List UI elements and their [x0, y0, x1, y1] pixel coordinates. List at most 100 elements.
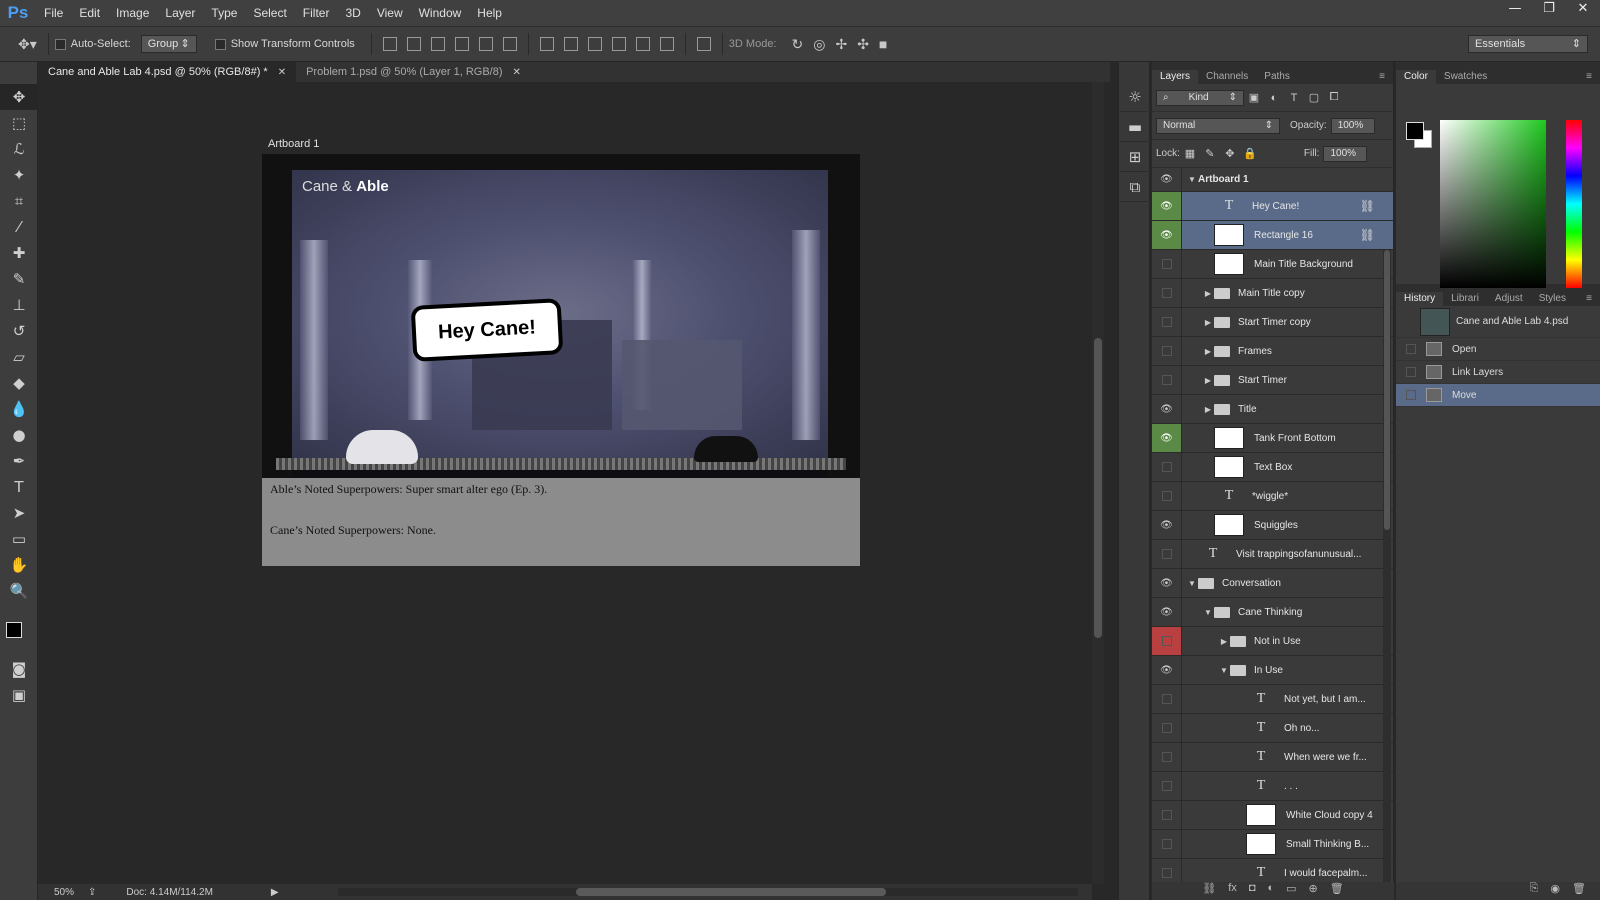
magic-wand-tool-icon[interactable]: ✦	[0, 162, 38, 188]
menu-view[interactable]: View	[369, 6, 411, 20]
layer-row[interactable]: T Oh no...	[1152, 714, 1393, 743]
visibility-box[interactable]	[1161, 752, 1172, 762]
lock-all-icon[interactable]: 🔒	[1243, 147, 1257, 161]
measurement-panel-icon[interactable]: ▬	[1119, 112, 1151, 142]
clone-stamp-tool-icon[interactable]: ⊥	[0, 292, 38, 318]
layer-row[interactable]: T Not yet, but I am...	[1152, 685, 1393, 714]
layer-row[interactable]: T Visit trappingsofanunusual...	[1152, 540, 1393, 569]
speech-bubble[interactable]: Hey Cane!	[410, 298, 564, 362]
minimize-icon[interactable]: —	[1498, 0, 1532, 18]
pen-tool-icon[interactable]: ✒	[0, 448, 38, 474]
scrollbar-thumb[interactable]	[1384, 250, 1390, 530]
menu-edit[interactable]: Edit	[71, 6, 108, 20]
add-mask-icon[interactable]: ◘	[1249, 882, 1256, 900]
history-source-box[interactable]	[1406, 367, 1416, 377]
history-source-box[interactable]	[1406, 390, 1416, 400]
layer-row[interactable]: ▶ Main Title copy	[1152, 279, 1393, 308]
layer-row[interactable]: 👁 ▼ Artboard 1	[1152, 168, 1393, 192]
panel-menu-icon[interactable]: ≡	[1371, 70, 1393, 84]
rectangle-tool-icon[interactable]: ▭	[0, 526, 38, 552]
eraser-tool-icon[interactable]: ▱	[0, 344, 38, 370]
eye-icon[interactable]: 👁	[1152, 511, 1182, 539]
visibility-box[interactable]	[1161, 462, 1172, 472]
visibility-toggle[interactable]	[1152, 366, 1182, 394]
visibility-box[interactable]	[1161, 288, 1172, 298]
tab-layers[interactable]: Layers	[1152, 70, 1199, 84]
distribute-left-icon[interactable]	[611, 37, 626, 51]
3d-pan-icon[interactable]: ✢	[835, 36, 847, 53]
canvas-area[interactable]: Artboard 1 Cane & Able Hey Cane! Able’s …	[38, 82, 1092, 884]
tab-history[interactable]: History	[1396, 292, 1444, 306]
tab-channels[interactable]: Channels	[1198, 70, 1256, 84]
visibility-toggle[interactable]	[1152, 279, 1182, 307]
history-snapshot[interactable]: Cane and Able Lab 4.psd	[1396, 306, 1600, 338]
filter-smart-object-icon[interactable]: ⧠	[1327, 91, 1341, 105]
blend-mode-dropdown[interactable]: Normal ⇕	[1156, 117, 1280, 134]
artboard[interactable]: Cane & Able Hey Cane! Able’s Noted Super…	[262, 154, 860, 566]
show-transform-toggle[interactable]: Show Transform Controls	[214, 38, 355, 50]
panel-menu-icon[interactable]: ≡	[1578, 70, 1600, 84]
tab-paths[interactable]: Paths	[1256, 70, 1298, 84]
layer-kind-filter[interactable]: ⌕ Kind ⇕	[1156, 89, 1244, 106]
auto-align-icon[interactable]	[696, 37, 711, 51]
expanded-arrow-icon[interactable]: ▼	[1186, 579, 1198, 588]
eye-icon[interactable]: 👁	[1152, 168, 1182, 191]
adjustment-layer-icon[interactable]: ◐	[1267, 882, 1274, 900]
3d-rotate-icon[interactable]: ↻	[792, 36, 804, 53]
tab-color[interactable]: Color	[1396, 70, 1436, 84]
layer-row[interactable]: ▶ Start Timer	[1152, 366, 1393, 395]
toolbar-grip[interactable]	[0, 62, 37, 84]
close-icon[interactable]: ✕	[278, 67, 286, 78]
menu-select[interactable]: Select	[245, 6, 294, 20]
eye-icon[interactable]: 👁	[1152, 569, 1182, 597]
visibility-box[interactable]	[1161, 491, 1172, 501]
visibility-toggle[interactable]	[1152, 714, 1182, 742]
share-icon[interactable]: ⇪	[88, 887, 96, 898]
filter-shape-icon[interactable]: ▢	[1307, 91, 1321, 105]
lock-transparent-icon[interactable]: ▦	[1183, 147, 1197, 161]
3d-roll-icon[interactable]: ◎	[813, 36, 825, 53]
distribute-hcenter-icon[interactable]	[635, 37, 650, 51]
layer-row[interactable]: T When were we fr...	[1152, 743, 1393, 772]
layer-row[interactable]: ▶ Frames	[1152, 337, 1393, 366]
color-picker-field[interactable]	[1440, 120, 1546, 288]
filter-adjustment-icon[interactable]: ◐	[1267, 91, 1281, 105]
trash-icon[interactable]: 🗑	[1330, 882, 1344, 900]
canvas-horizontal-scrollbar[interactable]	[338, 888, 1078, 896]
move-tool-icon[interactable]: ✥	[0, 84, 38, 110]
zoom-level[interactable]: 50%	[38, 887, 88, 898]
visibility-toggle[interactable]	[1152, 627, 1182, 655]
menu-image[interactable]: Image	[108, 6, 157, 20]
foreground-color-swatch[interactable]	[6, 622, 22, 638]
lasso-tool-icon[interactable]: ℒ	[0, 136, 38, 162]
visibility-box[interactable]	[1161, 346, 1172, 356]
new-document-icon[interactable]: ⎘	[1530, 882, 1539, 900]
visibility-toggle[interactable]	[1152, 540, 1182, 568]
show-transform-checkbox[interactable]	[214, 38, 226, 50]
layer-row[interactable]: White Cloud copy 4	[1152, 801, 1393, 830]
menu-layer[interactable]: Layer	[157, 6, 203, 20]
history-item[interactable]: Move	[1396, 384, 1600, 407]
auto-select-dropdown[interactable]: Group ⇕	[140, 35, 197, 53]
trash-icon[interactable]: 🗑	[1572, 882, 1586, 900]
visibility-box[interactable]	[1161, 259, 1172, 269]
visibility-toggle[interactable]	[1152, 250, 1182, 278]
type-tool-icon[interactable]: T	[0, 474, 38, 500]
visibility-toggle[interactable]	[1152, 337, 1182, 365]
tab-librari[interactable]: Librari	[1443, 292, 1487, 306]
expanded-arrow-icon[interactable]: ▼	[1218, 666, 1230, 675]
visibility-box[interactable]	[1161, 549, 1172, 559]
menu-window[interactable]: Window	[411, 6, 470, 20]
healing-brush-tool-icon[interactable]: ✚	[0, 240, 38, 266]
visibility-toggle[interactable]	[1152, 482, 1182, 510]
status-menu-arrow-icon[interactable]: ▶	[271, 887, 279, 898]
dock-grip[interactable]	[1119, 62, 1149, 82]
layer-row[interactable]: Small Thinking B...	[1152, 830, 1393, 859]
visibility-box[interactable]	[1161, 694, 1172, 704]
history-brush-tool-icon[interactable]: ↺	[0, 318, 38, 344]
dodge-tool-icon[interactable]: ●	[0, 422, 38, 448]
layer-row[interactable]: T *wiggle*	[1152, 482, 1393, 511]
eye-icon[interactable]: 👁	[1152, 221, 1182, 249]
align-right-icon[interactable]	[502, 37, 517, 51]
menu-3d[interactable]: 3D	[337, 6, 368, 20]
